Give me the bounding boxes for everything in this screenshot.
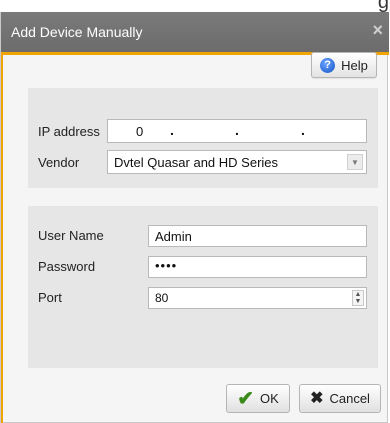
password-mask: ••••	[155, 258, 178, 273]
close-x-icon: ✖	[310, 389, 324, 407]
stepper-arrows-icon[interactable]: ▲ ▼	[352, 290, 364, 306]
ok-button-label: OK	[259, 391, 279, 406]
username-label: User Name	[38, 228, 104, 243]
ok-button[interactable]: ✔ OK	[226, 384, 290, 413]
vendor-select[interactable]: Dvtel Quasar and HD Series ▼	[107, 150, 367, 174]
dialog-titlebar[interactable]: Add Device Manually ×	[1, 12, 389, 52]
help-button[interactable]: ? Help	[311, 52, 377, 78]
help-icon: ?	[320, 57, 336, 73]
vendor-label: Vendor	[38, 155, 80, 170]
checkmark-icon: ✔	[237, 387, 254, 410]
cancel-button[interactable]: ✖ Cancel	[299, 384, 381, 413]
cancel-button-label: Cancel	[329, 391, 370, 406]
ip-separator: .	[301, 122, 305, 138]
left-accent-line	[1, 52, 3, 423]
username-field[interactable]: Admin	[148, 225, 367, 247]
close-icon[interactable]: ×	[372, 20, 383, 41]
vendor-selected-value: Dvtel Quasar and HD Series	[114, 155, 279, 170]
ip-separator: .	[235, 122, 239, 138]
chevron-down-icon[interactable]: ▼	[347, 154, 363, 170]
port-label: Port	[38, 290, 62, 305]
password-field[interactable]: ••••	[148, 256, 367, 278]
help-button-label: Help	[341, 57, 368, 73]
ip-address-input[interactable]: 0 . . .	[107, 119, 367, 143]
port-value: 80	[155, 291, 169, 305]
port-stepper[interactable]: 80 ▲ ▼	[148, 287, 367, 309]
password-label: Password	[38, 259, 96, 274]
ip-separator: .	[170, 122, 174, 138]
dialog-title: Add Device Manually	[11, 24, 143, 40]
ip-octet-1[interactable]: 0	[136, 124, 143, 139]
ip-address-label: IP address	[38, 124, 100, 139]
